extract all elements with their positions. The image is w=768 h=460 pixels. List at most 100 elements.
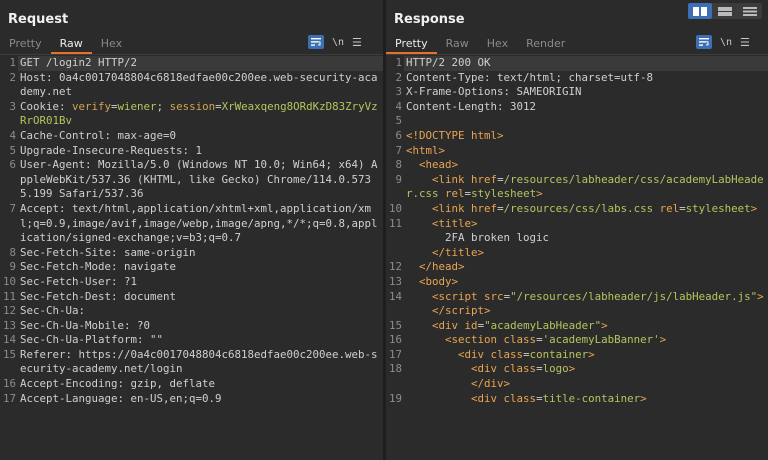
line-number: 18 bbox=[388, 362, 402, 376]
response-line-text: <div id="academyLabHeader"> bbox=[432, 318, 608, 332]
html-attribute: href bbox=[471, 201, 498, 215]
request-line: 9 Sec-Fetch-Mode: navigate bbox=[0, 260, 383, 275]
line-number: 11 bbox=[388, 216, 402, 230]
response-line-text: <div class=container> bbox=[458, 347, 595, 361]
show-newlines-button[interactable]: \n bbox=[720, 37, 732, 48]
line-number: 1 bbox=[9, 56, 16, 69]
menu-icon[interactable]: ☰ bbox=[740, 36, 750, 49]
line-number: 12 bbox=[388, 260, 402, 274]
response-line: 18 <div class=logo> </div> bbox=[386, 362, 768, 391]
line-number: 19 bbox=[388, 391, 402, 405]
line-number: 17 bbox=[388, 347, 402, 361]
html-tag: > bbox=[601, 318, 608, 332]
request-tab-hex[interactable]: Hex bbox=[92, 34, 131, 54]
header-value: same-origin bbox=[117, 245, 196, 259]
line-number: 7 bbox=[9, 201, 16, 215]
response-line-text: <title> 2FA broken logic </title> bbox=[432, 216, 550, 259]
html-attribute: class bbox=[503, 391, 537, 405]
html-tag: <script bbox=[432, 289, 478, 303]
response-line-text: Content-Type: text/html; charset=utf-8 bbox=[406, 70, 654, 84]
line-number: 6 bbox=[9, 158, 16, 172]
response-tab-raw[interactable]: Raw bbox=[437, 34, 478, 54]
response-line: 16 <section class='academyLabBanner'> bbox=[386, 333, 768, 348]
response-line-text: <link href=/resources/css/labs.css rel=s… bbox=[432, 201, 758, 215]
request-line-text: Host: 0a4c0017048804c6818edfae00c200ee.w… bbox=[18, 71, 383, 100]
header-name: Cache-Control: bbox=[20, 128, 112, 142]
html-tag: <title> bbox=[432, 216, 478, 230]
request-line-text: Sec-Fetch-Mode: navigate bbox=[18, 260, 383, 275]
html-attribute: class bbox=[503, 362, 537, 376]
response-toolbar: \n ☰ bbox=[696, 35, 750, 49]
vertical-layout-icon[interactable] bbox=[738, 3, 762, 19]
response-line-text: HTTP/2 200 OK bbox=[404, 56, 768, 71]
request-pane: Request Pretty Raw Hex \n ☰ 1 GET /login2 H… bbox=[0, 0, 383, 460]
wrap-lines-icon[interactable] bbox=[696, 35, 712, 49]
response-line: 7 <html> bbox=[386, 144, 768, 159]
header-value: navigate bbox=[117, 260, 177, 274]
response-editor[interactable]: 1 HTTP/2 200 OK 2 Content-Type: text/html; … bbox=[386, 56, 768, 460]
html-tag: > bbox=[568, 362, 576, 376]
wrap-lines-icon[interactable] bbox=[308, 35, 324, 49]
line-number: 8 bbox=[9, 245, 16, 259]
request-tab-pretty[interactable]: Pretty bbox=[0, 34, 51, 54]
line-number: 8 bbox=[395, 158, 402, 172]
request-tabs: Pretty Raw Hex bbox=[0, 34, 131, 54]
header-name: Accept-Encoding: bbox=[20, 377, 125, 391]
request-line-text: Sec-Fetch-User: ?1 bbox=[18, 275, 383, 290]
html-tag: > bbox=[750, 201, 758, 215]
header-name: Sec-Ch-Ua-Mobile: bbox=[20, 318, 131, 332]
show-newlines-button[interactable]: \n bbox=[332, 37, 344, 48]
line-number: 14 bbox=[2, 333, 16, 347]
response-tab-pretty[interactable]: Pretty bbox=[386, 34, 437, 54]
response-line: 14 <script src="/resources/labheader/js/… bbox=[386, 290, 768, 319]
line-number: 16 bbox=[2, 377, 16, 391]
layout-toggle bbox=[688, 3, 762, 19]
line-number: 2 bbox=[9, 70, 16, 84]
line-number: 12 bbox=[2, 304, 16, 318]
response-line-text bbox=[404, 114, 768, 129]
line-number: 11 bbox=[2, 289, 16, 303]
response-line-text: <section class='academyLabBanner'> bbox=[445, 333, 667, 347]
header-value: 0a4c0017048804c6818edfae00c200ee.web-sec… bbox=[20, 70, 378, 99]
request-line-text: Sec-Ch-Ua-Platform: "" bbox=[18, 333, 383, 348]
response-line-text: <!DOCTYPE html> bbox=[404, 129, 768, 144]
html-attribute: href bbox=[471, 172, 498, 186]
request-line-text: Sec-Fetch-Dest: document bbox=[18, 290, 383, 305]
line-number: 3 bbox=[9, 99, 16, 113]
response-line-text: <div class=title-container> bbox=[471, 391, 647, 405]
side-by-side-layout-icon[interactable] bbox=[688, 3, 712, 19]
response-line-text: Content-Length: 3012 bbox=[406, 99, 537, 113]
html-attribute-value: 'academyLabBanner' bbox=[542, 333, 660, 347]
request-line-text: Sec-Ch-Ua: bbox=[18, 304, 383, 319]
request-line: 16 Accept-Encoding: gzip, deflate bbox=[0, 377, 383, 392]
horizontal-layout-icon[interactable] bbox=[713, 3, 737, 19]
header-name: Sec-Fetch-Dest: bbox=[20, 289, 118, 303]
response-title: Response bbox=[394, 12, 465, 27]
request-tab-raw[interactable]: Raw bbox=[50, 34, 92, 54]
request-line: 8 Sec-Fetch-Site: same-origin bbox=[0, 246, 383, 261]
menu-icon[interactable]: ☰ bbox=[352, 36, 362, 49]
request-editor[interactable]: 1 GET /login2 HTTP/2 2 Host: 0a4c0017048804… bbox=[0, 56, 383, 460]
request-line: 15 Referer: https://0a4c0017048804c6818ed… bbox=[0, 348, 383, 377]
html-tag: </title> bbox=[432, 245, 485, 259]
html-tag: <body> bbox=[419, 274, 459, 288]
response-line: 6 <!DOCTYPE html> bbox=[386, 129, 768, 144]
response-line: 5 bbox=[386, 114, 768, 129]
line-number: 13 bbox=[2, 318, 16, 332]
request-line: 17 Accept-Language: en-US,en;q=0.9 bbox=[0, 392, 383, 407]
request-line: 12 Sec-Ch-Ua: bbox=[0, 304, 383, 319]
response-tab-hex[interactable]: Hex bbox=[478, 34, 517, 54]
header-name: Accept-Language: bbox=[20, 391, 125, 405]
html-tag: <div bbox=[432, 318, 459, 332]
line-number: 13 bbox=[388, 274, 402, 288]
header-value: document bbox=[117, 289, 177, 303]
line-number: 3 bbox=[395, 85, 402, 99]
header-value: en-US,en;q=0.9 bbox=[124, 391, 222, 405]
header-name: Sec-Fetch-Mode: bbox=[20, 260, 118, 274]
line-number: 10 bbox=[2, 274, 16, 288]
request-line-text: Accept-Language: en-US,en;q=0.9 bbox=[18, 392, 383, 407]
response-tab-render[interactable]: Render bbox=[517, 34, 574, 54]
html-attribute: class bbox=[503, 333, 537, 347]
line-number: 15 bbox=[388, 318, 402, 332]
response-line: 13 <body> bbox=[386, 275, 768, 290]
